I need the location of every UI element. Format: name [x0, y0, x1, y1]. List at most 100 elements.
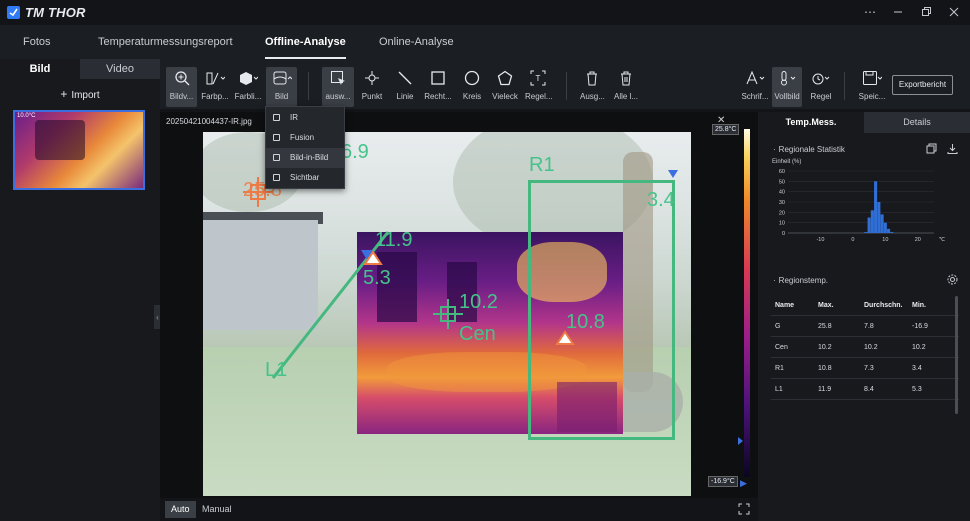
minimize-icon[interactable]	[890, 4, 906, 20]
y-tick-label: 0	[782, 231, 785, 237]
colorbar-tool[interactable]: Farbli...	[234, 67, 262, 107]
export-report-button[interactable]: Exportbericht	[892, 75, 953, 95]
histogram-bar	[883, 222, 887, 233]
select-cursor-icon	[322, 67, 354, 89]
line-tool[interactable]: Linie	[394, 67, 416, 107]
table-cell: Cen	[775, 344, 788, 351]
table-header-row: Name Max. Durchschn. Min.	[771, 295, 959, 316]
histogram-bar	[874, 181, 878, 233]
region-temp-table: Name Max. Durchschn. Min. G 25.8 7.8 -16.9 Cen 10…	[771, 295, 959, 400]
dropdown-item-fusion[interactable]: Fusion	[266, 128, 344, 148]
table-cell: 10.8	[818, 365, 832, 372]
fullscreen-tool[interactable]: Vollbild	[772, 67, 802, 107]
settings-gear-icon[interactable]	[947, 274, 958, 288]
bild-mode-tool[interactable]: Bild	[266, 67, 297, 107]
ir-icon	[273, 114, 280, 121]
toolbar: Bildv... Farbp... Farbli... Bild ausw...…	[160, 59, 758, 109]
l1-min-temp: 5.3	[363, 267, 391, 289]
delete-tool[interactable]: Ausg...	[580, 67, 605, 107]
tab-fotos[interactable]: Fotos	[23, 25, 51, 59]
y-tick-label: 50	[779, 179, 785, 185]
histogram-bar	[864, 231, 868, 233]
scale-cursor-icon[interactable]	[738, 437, 743, 445]
image-viewer[interactable]: 20250421004437-IR.jpg ✕ 25.8 6.9 R1 3.4 …	[160, 112, 758, 498]
main-nav: Fotos Temperaturmessungsreport Offline-A…	[0, 25, 970, 59]
scale-mode-bar: Auto Manual	[160, 498, 758, 521]
dropdown-item-visible[interactable]: Sichtbar	[266, 168, 344, 188]
logo-icon	[7, 6, 20, 19]
select-tool[interactable]: ausw...	[322, 67, 354, 107]
dropdown-item-picture-in-picture[interactable]: Bild-in-Bild	[266, 148, 344, 168]
table-scrollbar[interactable]	[955, 296, 958, 414]
rule-tool[interactable]: T Regel...	[525, 67, 553, 107]
close-icon[interactable]	[946, 4, 962, 20]
tab-temperaturmessungsreport[interactable]: Temperaturmessungsreport	[98, 25, 233, 59]
histogram-bar	[877, 202, 881, 233]
table-row[interactable]: G 25.8 7.8 -16.9	[771, 316, 959, 337]
x-tick-label: 20	[915, 237, 921, 242]
table-cell: L1	[775, 386, 783, 393]
zoom-icon	[166, 67, 197, 89]
more-icon[interactable]: ⋯	[862, 4, 878, 20]
x-tick-label: -10	[816, 237, 824, 242]
import-label: Import	[71, 90, 100, 101]
tab-bild[interactable]: Bild	[0, 59, 80, 79]
x-tick-label: 10	[882, 237, 888, 242]
trash-icon	[580, 67, 604, 89]
point-icon	[360, 67, 384, 89]
tab-offline-analyse[interactable]: Offline-Analyse	[265, 25, 346, 59]
table-cell: 3.4	[912, 365, 922, 372]
rectangle-tool[interactable]: Recht...	[424, 67, 452, 107]
picture-mode-icon	[266, 67, 297, 89]
title-bar: TM THOR ⋯	[0, 0, 970, 25]
table-cell: -16.9	[912, 323, 928, 330]
unit-label: Einheit (%)	[772, 159, 802, 165]
table-cell: 10.2	[912, 344, 926, 351]
table-row[interactable]: Cen 10.2 10.2 10.2	[771, 337, 959, 358]
scale-max-label: 25.8°C	[712, 124, 740, 135]
table-row[interactable]: L1 11.9 8.4 5.3	[771, 379, 959, 400]
circle-tool[interactable]: Kreis	[462, 67, 482, 107]
svg-text:T: T	[536, 74, 541, 83]
polygon-icon	[492, 67, 518, 89]
polygon-tool[interactable]: Vieleck	[492, 67, 518, 107]
cen-temp: 10.2	[459, 291, 498, 313]
restore-icon[interactable]	[918, 4, 934, 20]
histogram-bar	[867, 217, 871, 233]
font-tool[interactable]: Schrif...	[740, 67, 770, 107]
tab-video[interactable]: Video	[80, 59, 160, 79]
histogram-bar	[880, 214, 884, 233]
fullscreen-icon[interactable]	[738, 503, 750, 518]
visible-icon	[273, 174, 280, 181]
dropdown-item-ir[interactable]: IR	[266, 108, 344, 128]
import-button[interactable]: + Import	[0, 87, 160, 101]
point-tool[interactable]: Punkt	[360, 67, 384, 107]
histogram-bar	[870, 210, 874, 233]
mode-auto[interactable]: Auto	[165, 501, 196, 518]
image-view-tool[interactable]: Bildv...	[166, 67, 197, 107]
mode-manual[interactable]: Manual	[196, 501, 238, 518]
rule-settings-tool[interactable]: Regel	[808, 67, 834, 107]
palette-tool[interactable]: Farbp...	[201, 67, 229, 107]
line-l1-label: L1	[265, 359, 288, 381]
app-title: TM THOR	[25, 5, 86, 20]
table-cell: R1	[775, 365, 784, 372]
circle-icon	[462, 67, 482, 89]
table-cell: 11.9	[818, 386, 832, 393]
download-icon[interactable]	[947, 143, 958, 157]
tab-temp-mess[interactable]: Temp.Mess.	[758, 112, 864, 133]
scale-min-label: -16.9°C	[708, 476, 738, 487]
table-row[interactable]: R1 10.8 7.3 3.4	[771, 358, 959, 379]
delete-all-tool[interactable]: Alle l...	[614, 67, 638, 107]
scale-pointer-icon: ▶	[740, 478, 747, 488]
cube-icon	[234, 67, 262, 89]
copy-icon[interactable]	[926, 143, 937, 157]
image-thumbnail[interactable]: 10.0°C	[13, 110, 145, 190]
table-cell: 25.8	[818, 323, 832, 330]
trash-all-icon	[614, 67, 638, 89]
x-tick-label: 0	[851, 237, 854, 242]
regional-stats-title: Regionale Statistik	[773, 145, 845, 154]
tab-details[interactable]: Details	[864, 112, 970, 133]
save-tool[interactable]: Speic...	[858, 67, 886, 107]
tab-online-analyse[interactable]: Online-Analyse	[379, 25, 454, 59]
